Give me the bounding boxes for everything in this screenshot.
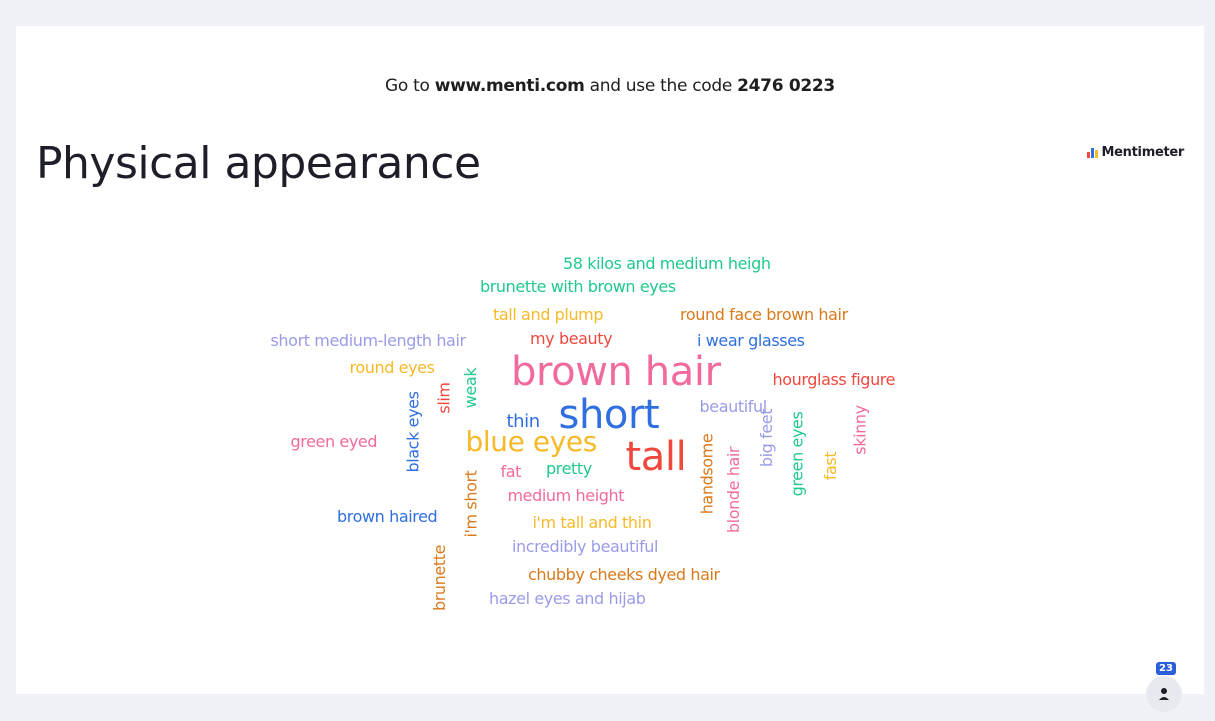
- word-cloud-word: 58 kilos and medium heigh: [563, 254, 771, 273]
- word-cloud-word: brunette: [430, 544, 450, 612]
- word-cloud-word: fat: [500, 462, 522, 481]
- word-cloud-word: weak: [461, 367, 481, 409]
- word-cloud-word: pretty: [546, 459, 592, 478]
- word-cloud-word: round face brown hair: [680, 305, 848, 324]
- word-cloud-word: hourglass figure: [772, 370, 896, 389]
- word-cloud-word: skinny: [850, 405, 870, 455]
- word-cloud-word: i wear glasses: [697, 331, 805, 350]
- word-cloud-word: medium height: [507, 486, 625, 505]
- word-cloud-word: tall: [625, 434, 687, 480]
- word-cloud-word: green eyes: [786, 411, 806, 497]
- word-cloud-word: big feet: [757, 408, 777, 468]
- participants-button[interactable]: [1146, 676, 1182, 712]
- word-cloud-word: brown hair: [511, 349, 721, 395]
- word-cloud-word: blonde hair: [724, 446, 744, 534]
- word-cloud: 58 kilos and medium heigh brunette with b…: [16, 26, 1204, 694]
- word-cloud-word: round eyes: [349, 358, 435, 377]
- person-icon: [1159, 688, 1169, 700]
- presentation-slide: Go to www.menti.com and use the code 247…: [16, 26, 1204, 694]
- word-cloud-word: blue eyes: [465, 425, 598, 458]
- word-cloud-word: my beauty: [530, 329, 613, 348]
- word-cloud-word: green eyed: [290, 432, 378, 451]
- word-cloud-word: slim: [434, 382, 454, 414]
- word-cloud-word: i'm short: [461, 470, 481, 538]
- word-cloud-word: fast: [821, 451, 841, 481]
- word-cloud-word: chubby cheeks dyed hair: [528, 565, 720, 584]
- word-cloud-word: tall and plump: [493, 305, 604, 324]
- participant-count-badge: 23: [1156, 662, 1176, 675]
- word-cloud-word: handsome: [696, 433, 716, 515]
- word-cloud-word: brunette with brown eyes: [480, 277, 676, 296]
- word-cloud-word: short medium-length hair: [270, 331, 467, 350]
- word-cloud-word: hazel eyes and hijab: [489, 589, 646, 608]
- word-cloud-word: brown haired: [337, 507, 438, 526]
- word-cloud-word: i'm tall and thin: [532, 513, 652, 532]
- word-cloud-word: black eyes: [403, 391, 423, 473]
- word-cloud-word: incredibly beautiful: [512, 537, 659, 556]
